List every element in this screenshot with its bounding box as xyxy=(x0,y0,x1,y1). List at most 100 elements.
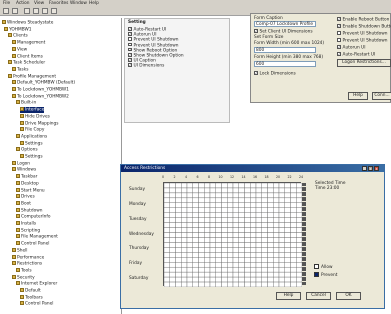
tree-item[interactable]: ComputerInfo xyxy=(16,214,51,220)
hour-cell[interactable] xyxy=(192,222,199,228)
tree-item[interactable]: Default xyxy=(20,288,41,294)
hour-cell[interactable] xyxy=(198,212,205,218)
hour-cell[interactable] xyxy=(175,271,182,278)
hour-cell[interactable] xyxy=(175,242,182,248)
hour-cell[interactable] xyxy=(175,257,182,263)
menu-view[interactable]: View xyxy=(34,1,44,6)
checkbox[interactable]: ✓ xyxy=(337,24,341,28)
hour-cell[interactable] xyxy=(221,183,228,189)
hour-cell[interactable] xyxy=(186,207,193,213)
hour-cell[interactable] xyxy=(273,202,280,208)
hour-cell[interactable] xyxy=(238,197,245,204)
setting-checkbox[interactable] xyxy=(128,42,132,47)
hour-cell[interactable] xyxy=(221,242,228,248)
hour-cell[interactable] xyxy=(284,257,291,263)
hour-cell[interactable] xyxy=(273,262,280,268)
setting-checkbox[interactable]: ✓ xyxy=(128,63,132,67)
hour-cell[interactable] xyxy=(186,281,193,287)
hour-cell[interactable] xyxy=(181,281,188,287)
hour-cell[interactable] xyxy=(267,212,274,218)
setting-list-item[interactable]: ✓ UI Dimensions xyxy=(128,63,164,69)
hour-cell[interactable] xyxy=(215,257,222,263)
hour-cell[interactable] xyxy=(255,222,262,228)
hour-cell[interactable] xyxy=(290,212,297,218)
hour-cell[interactable] xyxy=(215,247,222,253)
hour-cell[interactable] xyxy=(204,237,211,243)
hour-cell[interactable] xyxy=(261,252,268,258)
hour-cell[interactable] xyxy=(261,222,268,228)
hour-cell[interactable] xyxy=(227,192,234,199)
hour-cell[interactable] xyxy=(175,197,182,204)
hour-cell[interactable] xyxy=(169,183,176,189)
hour-cell[interactable] xyxy=(273,207,280,213)
hour-cell[interactable] xyxy=(221,192,228,199)
hour-cell[interactable] xyxy=(255,237,262,243)
hour-cell[interactable] xyxy=(261,242,268,248)
hour-cell[interactable] xyxy=(215,217,222,223)
hour-cell[interactable] xyxy=(186,187,193,194)
row-marker[interactable] xyxy=(302,256,306,261)
hour-cell[interactable] xyxy=(267,262,274,268)
hour-cell[interactable] xyxy=(267,281,274,287)
hour-grid-cells[interactable] xyxy=(164,183,302,287)
hour-cell[interactable] xyxy=(221,232,228,238)
row-marker[interactable] xyxy=(302,251,306,256)
tree-item[interactable]: Applications xyxy=(16,133,47,140)
hour-cell[interactable] xyxy=(250,222,257,228)
hour-cell[interactable] xyxy=(227,187,234,194)
hour-cell[interactable] xyxy=(255,187,262,194)
hour-cell[interactable] xyxy=(273,217,280,223)
hour-cell[interactable] xyxy=(204,242,211,248)
hour-cell[interactable] xyxy=(215,242,222,248)
hour-cell[interactable] xyxy=(261,197,268,204)
right-option-checkbox[interactable]: ✓ Auto-Restart UI xyxy=(337,52,375,57)
hour-cell[interactable] xyxy=(164,257,170,263)
hour-cell[interactable] xyxy=(221,247,228,253)
hour-cell[interactable] xyxy=(164,237,170,243)
hour-cell[interactable] xyxy=(215,271,222,278)
hour-cell[interactable] xyxy=(284,271,291,278)
hour-cell[interactable] xyxy=(192,257,199,263)
hour-cell[interactable] xyxy=(209,257,216,263)
hour-cell[interactable] xyxy=(244,237,251,243)
hour-cell[interactable] xyxy=(227,247,234,253)
hour-cell[interactable] xyxy=(169,187,176,194)
dialog-cancel-button[interactable]: Cancel xyxy=(306,292,331,300)
hour-cell[interactable] xyxy=(192,207,199,213)
tree-item[interactable]: Default_YOHMBW (Default) xyxy=(12,80,75,86)
tree-item[interactable]: Scripting xyxy=(16,227,40,234)
row-marker[interactable] xyxy=(302,281,306,286)
hour-cell[interactable] xyxy=(192,192,199,199)
hour-cell[interactable] xyxy=(192,262,199,268)
hour-cell[interactable] xyxy=(192,227,199,233)
hour-cell[interactable] xyxy=(169,271,176,278)
hour-cell[interactable] xyxy=(290,202,297,208)
hour-cell[interactable] xyxy=(261,266,268,273)
hour-cell[interactable] xyxy=(267,232,274,238)
hour-cell[interactable] xyxy=(244,262,251,268)
hour-cell[interactable] xyxy=(284,262,291,268)
hour-cell[interactable] xyxy=(209,202,216,208)
hour-cell[interactable] xyxy=(267,276,274,283)
tree-item[interactable]: Start Menu xyxy=(16,187,45,194)
row-marker[interactable] xyxy=(302,187,306,192)
hour-cell[interactable] xyxy=(181,237,188,243)
hour-cell[interactable] xyxy=(255,242,262,248)
hour-cell[interactable] xyxy=(215,232,222,238)
hour-cell[interactable] xyxy=(273,192,280,199)
hour-cell[interactable] xyxy=(278,192,285,199)
hour-cell[interactable] xyxy=(278,271,285,278)
setting-checkbox[interactable]: ✓ xyxy=(128,47,132,52)
hour-cell[interactable] xyxy=(221,197,228,204)
hour-cell[interactable] xyxy=(215,212,222,218)
hour-cell[interactable] xyxy=(261,237,268,243)
hour-cell[interactable] xyxy=(244,183,251,189)
hour-cell[interactable] xyxy=(290,237,297,243)
hour-cell[interactable] xyxy=(255,202,262,208)
hour-cell[interactable] xyxy=(221,207,228,213)
hour-cell[interactable] xyxy=(278,281,285,287)
tree-item[interactable]: YOHMBW1 xyxy=(4,26,32,33)
close-icon[interactable]: x xyxy=(374,166,379,171)
hour-cell[interactable] xyxy=(261,232,268,238)
hour-cell[interactable] xyxy=(261,187,268,194)
